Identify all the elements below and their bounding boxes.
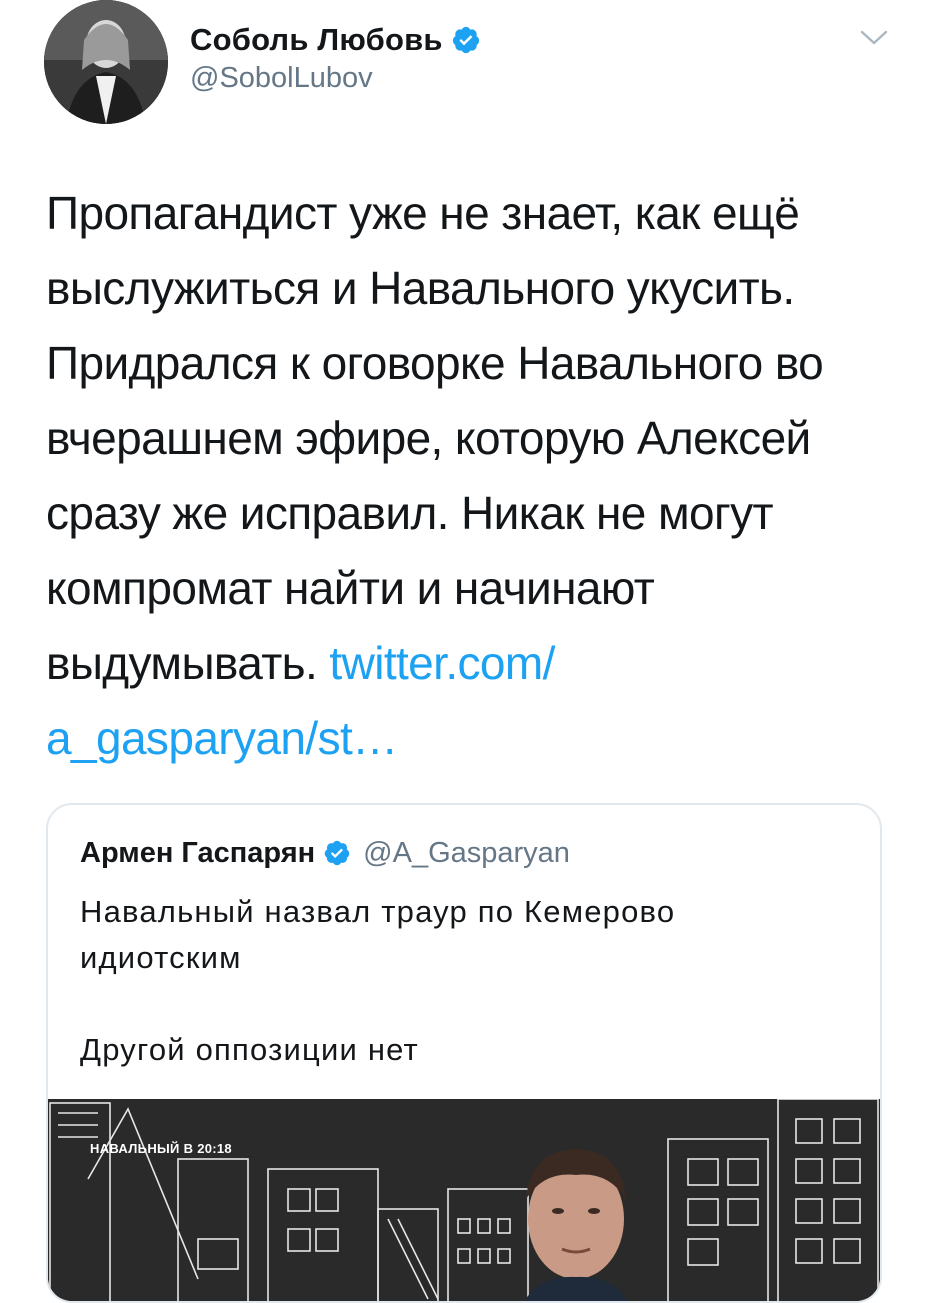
quoted-tweet-text: Навальный назвал траур по Кемерово идиот… <box>80 889 840 1073</box>
quoted-author-name: Армен Гаспарян <box>80 836 316 869</box>
verified-badge-icon <box>324 840 350 866</box>
video-thumbnail <box>48 1099 880 1301</box>
chevron-down-icon[interactable] <box>858 26 890 50</box>
author-handle[interactable]: @SobolLubov <box>190 62 373 95</box>
quoted-tweet-header: Армен Гаспарян @A_Gasparyan <box>80 833 570 873</box>
tweet-header: Соболь Любовь @SobolLubov <box>0 0 928 140</box>
tweet-text: Пропагандист уже не знает, как ещё выслу… <box>46 176 876 776</box>
quoted-tweet-media[interactable]: НАВАЛЬНЫЙ В 20:18 <box>48 1099 880 1301</box>
author-name[interactable]: Соболь Любовь <box>190 22 443 58</box>
author-name-row[interactable]: Соболь Любовь <box>190 20 481 60</box>
media-caption: НАВАЛЬНЫЙ В 20:18 <box>90 1141 232 1156</box>
tweet-body: Пропагандист уже не знает, как ещё выслу… <box>46 187 824 689</box>
quoted-tweet-card[interactable]: Армен Гаспарян @A_Gasparyan Навальный на… <box>46 803 882 1303</box>
quoted-author-handle: @A_Gasparyan <box>363 836 570 869</box>
quoted-text-line2: Другой оппозиции нет <box>80 1032 419 1067</box>
verified-badge-icon <box>452 26 479 54</box>
avatar-image <box>44 0 168 124</box>
author-avatar[interactable] <box>44 0 168 124</box>
quoted-text-line1: Навальный назвал траур по Кемерово идиот… <box>80 894 676 975</box>
